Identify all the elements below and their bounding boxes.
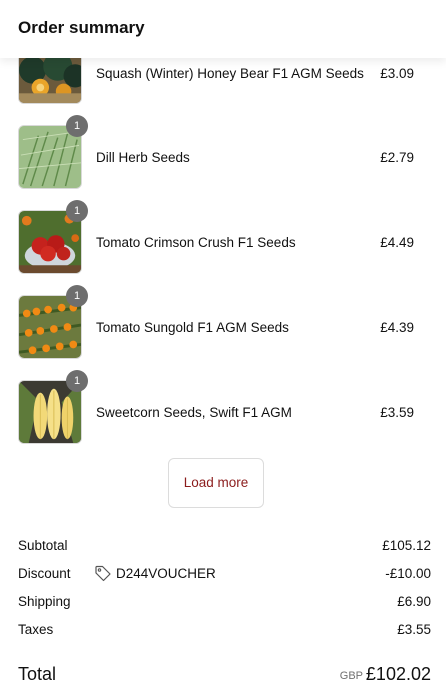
discount-code: D244VOUCHER bbox=[116, 566, 216, 581]
currency-code: GBP bbox=[339, 670, 363, 682]
quantity-badge: 1 bbox=[66, 115, 88, 137]
shipping-row: Shipping £6.90 bbox=[18, 594, 431, 614]
item-name: Squash (Winter) Honey Bear F1 AGM Seeds bbox=[96, 66, 364, 81]
load-more-button[interactable]: Load more bbox=[168, 458, 264, 508]
subtotal-value: £105.12 bbox=[382, 538, 431, 553]
quantity-badge: 1 bbox=[66, 285, 88, 307]
taxes-label: Taxes bbox=[18, 622, 54, 637]
shipping-label: Shipping bbox=[18, 594, 71, 609]
quantity-badge: 1 bbox=[66, 200, 88, 222]
discount-row: Discount D244VOUCHER -£10.00 bbox=[18, 564, 431, 586]
taxes-value: £3.55 bbox=[397, 622, 431, 637]
item-price: £4.49 bbox=[380, 235, 414, 250]
subtotal-label: Subtotal bbox=[18, 538, 68, 553]
item-name: Tomato Crimson Crush F1 Seeds bbox=[96, 235, 296, 250]
page-title: Order summary bbox=[18, 18, 145, 37]
total-label: Total bbox=[18, 664, 57, 684]
line-item: 1 Dill Herb Seeds £2.79 bbox=[0, 115, 446, 189]
subtotal-row: Subtotal £105.12 bbox=[18, 538, 431, 558]
item-name: Sweetcorn Seeds, Swift F1 AGM bbox=[96, 405, 292, 420]
total-value: £102.02 bbox=[365, 664, 431, 684]
item-price: £4.39 bbox=[380, 320, 414, 335]
discount-label: Discount bbox=[18, 566, 71, 581]
tag-icon bbox=[94, 564, 112, 582]
item-price: £3.59 bbox=[380, 405, 414, 420]
item-price: £2.79 bbox=[380, 150, 414, 165]
order-summary-header: Order summary bbox=[0, 0, 446, 58]
line-item: 1 Tomato Crimson Crush F1 Seeds £4.49 bbox=[0, 200, 446, 274]
line-item: 1 Tomato Sungold F1 AGM Seeds £4.39 bbox=[0, 285, 446, 359]
total-row: Total GBP £102.02 bbox=[18, 664, 431, 690]
item-price: £3.09 bbox=[380, 66, 414, 81]
discount-value: -£10.00 bbox=[385, 566, 431, 581]
item-name: Tomato Sungold F1 AGM Seeds bbox=[96, 320, 289, 335]
quantity-badge: 1 bbox=[66, 370, 88, 392]
shipping-value: £6.90 bbox=[397, 594, 431, 609]
item-name: Dill Herb Seeds bbox=[96, 150, 190, 165]
taxes-row: Taxes £3.55 bbox=[18, 622, 431, 642]
line-item: 1 Sweetcorn Seeds, Swift F1 AGM £3.59 bbox=[0, 370, 446, 444]
